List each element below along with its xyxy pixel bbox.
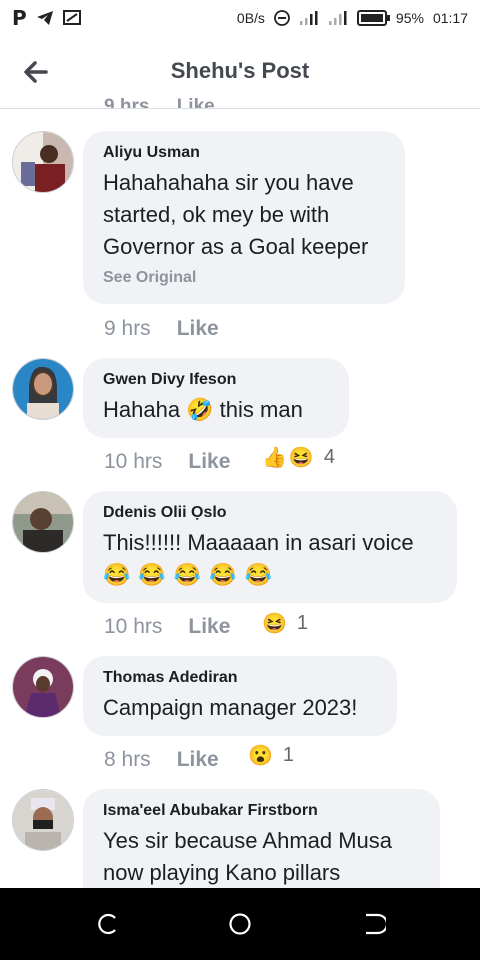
avatar[interactable] [12, 491, 74, 553]
comment-time: 8 hrs [104, 748, 151, 771]
avatar[interactable] [12, 131, 74, 193]
comment-bubble: Ddenis Olii Ọslo This!!!!!! Maaaaan in a… [83, 491, 457, 603]
like-button[interactable]: Like [188, 450, 230, 474]
comment-time: 9 hrs [104, 317, 151, 340]
recents-button[interactable] [95, 912, 119, 936]
comment-meta: 10 hrs Like [104, 615, 230, 639]
status-bar: P 0B/s 95% 01:17 [0, 0, 480, 36]
avatar[interactable] [12, 358, 74, 420]
comment-author[interactable]: Aliyu Usman [103, 144, 385, 162]
signal-icon [328, 11, 347, 25]
like-button[interactable]: Like [177, 748, 219, 772]
comment-time: 10 hrs [104, 450, 163, 473]
comment-text: Campaign manager 2023! [103, 695, 358, 720]
comment-author[interactable]: Gwen Divy Ifeson [103, 371, 329, 389]
screen-cast-icon [62, 10, 81, 25]
previous-comment-like[interactable]: Like [177, 96, 215, 108]
page-title: Shehu's Post [170, 58, 310, 83]
reaction-count: 1 [296, 612, 309, 634]
haha-reaction-icon: 😆 [288, 447, 314, 469]
avatar[interactable] [12, 789, 74, 851]
like-reaction-icon: 👍 [262, 447, 287, 469]
status-right: 0B/s 95% 01:17 [237, 10, 468, 26]
dnd-icon [274, 10, 290, 26]
comment-text: Hahahahaha sir you have started, ok mey … [103, 170, 369, 259]
status-left: P [12, 6, 81, 30]
comment-meta: 8 hrs Like [104, 748, 219, 772]
signal-icon [299, 11, 318, 25]
back-button[interactable] [362, 912, 386, 936]
wow-reaction-icon: 😮 [248, 745, 273, 767]
comment-author[interactable]: Thomas Adediran [103, 669, 377, 687]
reaction-count: 4 [323, 446, 335, 468]
clock: 01:17 [432, 10, 468, 26]
network-speed: 0B/s [236, 10, 265, 26]
comment-author[interactable]: Isma'eel Abubakar Firstborn [103, 802, 420, 820]
telegram-icon [36, 11, 53, 25]
previous-comment-meta: 9 hrs Like [104, 96, 215, 108]
reaction-count: 1 [282, 744, 295, 766]
comment-text: This!!!!!! Maaaaan in asari voice [103, 530, 414, 555]
battery-icon [356, 10, 390, 26]
see-original-link[interactable]: See Original [103, 269, 385, 287]
previous-comment-time: 9 hrs [104, 96, 150, 108]
comment-emoji-line: 😂😂😂😂😂 [103, 562, 280, 587]
haha-reaction-icon: 😆 [262, 613, 287, 635]
home-button[interactable] [228, 912, 252, 936]
comment-time: 10 hrs [104, 615, 163, 638]
comment-bubble: Thomas Adediran Campaign manager 2023! [83, 656, 397, 736]
p-logo-icon: P [12, 6, 27, 30]
comment-bubble: Gwen Divy Ifeson Hahaha 🤣 this man [83, 358, 349, 438]
battery-percent: 95% [395, 10, 424, 26]
comment-text: Yes sir because Ahmad Musa now playing K… [103, 828, 393, 885]
comment-text: Hahaha 🤣 this man [103, 397, 303, 422]
comment-bubble: Aliyu Usman Hahahahaha sir you have star… [83, 131, 405, 304]
reaction-summary[interactable]: 😆 1 [262, 611, 308, 636]
comment-meta: 9 hrs Like [104, 317, 219, 341]
reaction-summary[interactable]: 😮 1 [248, 743, 294, 768]
comment-author[interactable]: Ddenis Olii Ọslo [103, 504, 437, 522]
like-button[interactable]: Like [188, 615, 230, 639]
comment-meta: 10 hrs Like [104, 450, 230, 474]
system-nav-bar [0, 888, 480, 960]
app-header: Shehu's Post [0, 36, 480, 109]
avatar[interactable] [12, 656, 74, 718]
reaction-summary[interactable]: 👍 😆 4 [262, 445, 335, 470]
like-button[interactable]: Like [177, 317, 219, 341]
